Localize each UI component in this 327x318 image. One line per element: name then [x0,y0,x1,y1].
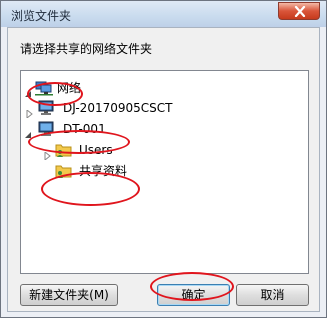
tree-item-network[interactable]: 网络 [25,78,105,98]
close-button[interactable] [278,2,320,20]
prompt-text: 请选择共享的网络文件夹 [20,42,153,56]
title-bar[interactable]: 浏览文件夹 [1,1,326,27]
tree-item-computer-dt[interactable]: DT-001 [25,119,125,139]
close-icon [294,6,306,17]
tree-item-label: 共享资料 [79,164,128,178]
tree-item-label: DJ-20170905CSCT [63,101,173,115]
window-title: 浏览文件夹 [11,9,72,23]
tree-item-label: Users [79,143,113,157]
shared-folder-icon [55,163,73,185]
folder-tree[interactable]: 网络 DJ-20170905CSCT DT-001 Users 共享资料 [20,70,309,274]
expanded-arrow-icon [25,125,32,145]
tree-item-label: DT-001 [63,122,106,136]
tree-item-label: 网络 [57,81,82,95]
tree-item-shared[interactable]: 共享资料 [43,161,143,181]
browse-folder-dialog: 浏览文件夹 请选择共享的网络文件夹 网络 DJ-20170905CSCT DT-… [0,0,327,318]
new-folder-button[interactable]: 新建文件夹(M) [20,284,118,306]
dialog-body: 请选择共享的网络文件夹 网络 DJ-20170905CSCT DT-001 Us… [7,27,320,312]
tree-item-computer-dj[interactable]: DJ-20170905CSCT [25,98,205,120]
tree-item-users[interactable]: Users [43,140,133,162]
cancel-button[interactable]: 取消 [236,284,309,306]
ok-button[interactable]: 确定 [157,284,230,306]
